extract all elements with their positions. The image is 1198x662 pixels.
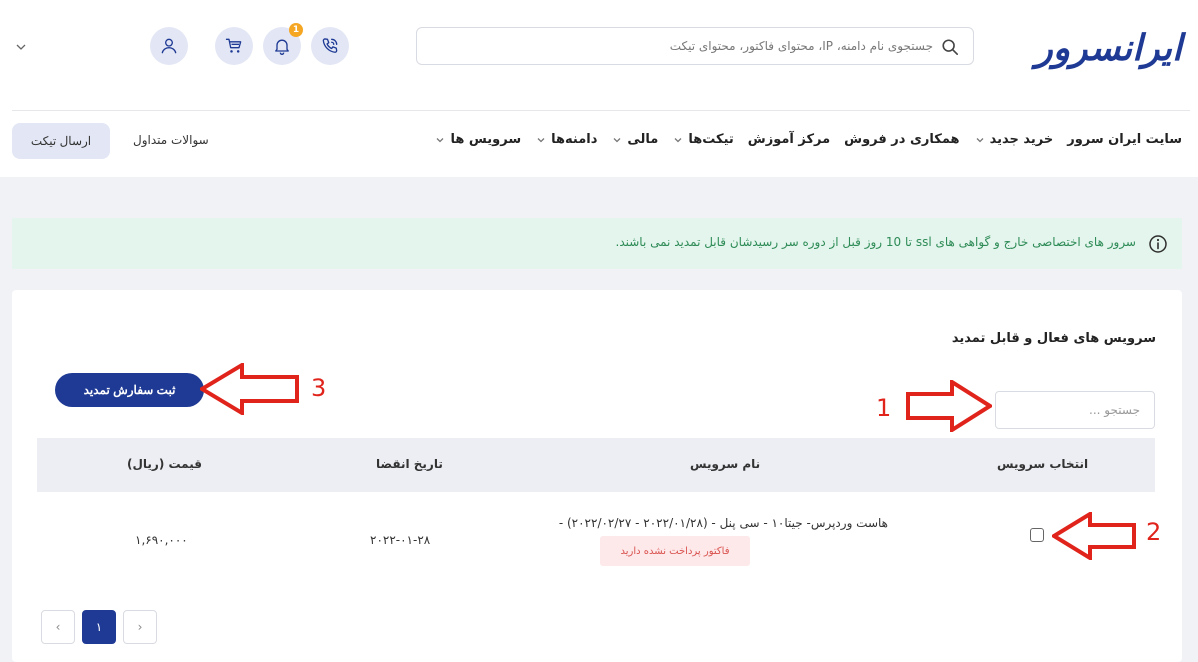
chevron-down-icon[interactable]	[14, 40, 28, 54]
column-header-name: نام سرویس	[690, 457, 761, 471]
nav-item-label: مالی	[627, 132, 659, 147]
phone-icon	[322, 38, 338, 53]
column-header-select: انتخاب سرویس	[997, 457, 1089, 471]
search-placeholder: جستجوی نام دامنه، IP، محتوای فاکتور، محت…	[669, 39, 933, 53]
nav-item-label: مرکز آموزش	[747, 132, 831, 147]
service-price: ۱,۶۹۰,۰۰۰	[135, 533, 188, 547]
services-search-input[interactable]: جستجو ...	[995, 391, 1155, 429]
user-account-button[interactable]	[150, 27, 188, 65]
notifications-button[interactable]: 1	[263, 23, 303, 65]
nav-item-label: خرید جدید	[989, 132, 1054, 147]
info-icon	[1149, 235, 1167, 253]
send-ticket-button[interactable]: ارسال تیکت	[12, 123, 110, 159]
bell-icon	[275, 39, 289, 55]
nav-item-label: همکاری در فروش	[844, 132, 960, 147]
column-header-expiry: تاریخ انقضا	[376, 457, 443, 471]
unpaid-invoice-badge[interactable]: فاکتور پرداخت نشده دارید	[600, 536, 750, 566]
alert-message: سرور های اختصاصی خارج و گواهی های ssl تا…	[615, 235, 1137, 249]
nav-item-label: دامنه‌ها	[551, 132, 598, 147]
pagination-page-1[interactable]: ۱	[82, 610, 116, 644]
global-search-input[interactable]: جستجوی نام دامنه، IP، محتوای فاکتور، محت…	[416, 27, 974, 65]
nav-item-4[interactable]: مرکز آموزش	[748, 132, 830, 147]
notification-badge: 1	[289, 23, 303, 37]
cart-button[interactable]	[215, 27, 253, 65]
nav-item-5[interactable]: همکاری در فروش	[844, 132, 959, 147]
annotation-arrow-2	[1052, 512, 1136, 560]
nav-item-0[interactable]: سرویس ها	[434, 132, 521, 147]
support-call-button[interactable]	[311, 27, 349, 65]
top-header: ایرانسرور جستجوی نام دامنه، IP، محتوای ف…	[0, 0, 1198, 177]
annotation-number-2: 2	[1146, 518, 1162, 546]
annotation-arrow-1	[906, 380, 992, 432]
annotation-number-3: 3	[311, 374, 327, 402]
table-header: انتخاب سرویس نام سرویس تاریخ انقضا قیمت …	[37, 438, 1155, 492]
pagination-prev-button[interactable]: ‹	[41, 610, 75, 644]
nav-item-label: سایت ایران سرور	[1067, 132, 1182, 147]
main-nav: سرویس ها دامنه‌ها مالی تیکت‌ها مرکز آموزش همک…	[420, 132, 1182, 147]
cart-icon	[225, 38, 242, 53]
section-title: سرویس های فعال و قابل تمدید	[951, 331, 1156, 346]
select-service-checkbox[interactable]	[1030, 528, 1044, 542]
nav-item-6[interactable]: خرید جدید	[974, 132, 1054, 147]
nav-item-7[interactable]: سایت ایران سرور	[1067, 132, 1182, 147]
info-alert: سرور های اختصاصی خارج و گواهی های ssl تا…	[12, 218, 1182, 269]
annotation-number-1: 1	[876, 394, 892, 422]
chevron-down-icon	[437, 137, 444, 142]
brand-logo[interactable]: ایرانسرور	[1035, 28, 1183, 69]
nav-item-label: سرویس ها	[450, 132, 522, 147]
chevron-down-icon	[613, 137, 621, 142]
service-name: هاست وردپرس- جیتا۱۰ - سی پنل - (۲۰۲۲/۰۱/…	[558, 516, 888, 530]
pagination: ‹ ۱ ›	[41, 610, 157, 644]
chevron-down-icon	[976, 137, 984, 142]
nav-item-3[interactable]: تیکت‌ها	[672, 132, 734, 147]
expiry-date: ۲۰۲۲-۰۱-۲۸	[370, 533, 431, 547]
nav-item-label: تیکت‌ها	[688, 132, 734, 147]
nav-item-1[interactable]: دامنه‌ها	[535, 132, 597, 147]
chevron-down-icon	[674, 137, 682, 142]
services-search-placeholder: جستجو ...	[1089, 403, 1140, 417]
chevron-down-icon	[537, 137, 545, 142]
renewable-services-card: سرویس های فعال و قابل تمدید ثبت سفارش تم…	[12, 290, 1182, 662]
user-icon	[161, 38, 177, 54]
header-divider	[12, 110, 1190, 111]
search-icon	[942, 39, 959, 56]
faq-link[interactable]: سوالات متداول	[133, 133, 209, 147]
column-header-price: قیمت (ریال)	[127, 457, 202, 471]
nav-item-2[interactable]: مالی	[611, 132, 658, 147]
pagination-next-button[interactable]: ›	[123, 610, 157, 644]
submit-renewal-order-button[interactable]: ثبت سفارش تمدید	[55, 373, 204, 407]
annotation-arrow-3	[200, 363, 299, 415]
